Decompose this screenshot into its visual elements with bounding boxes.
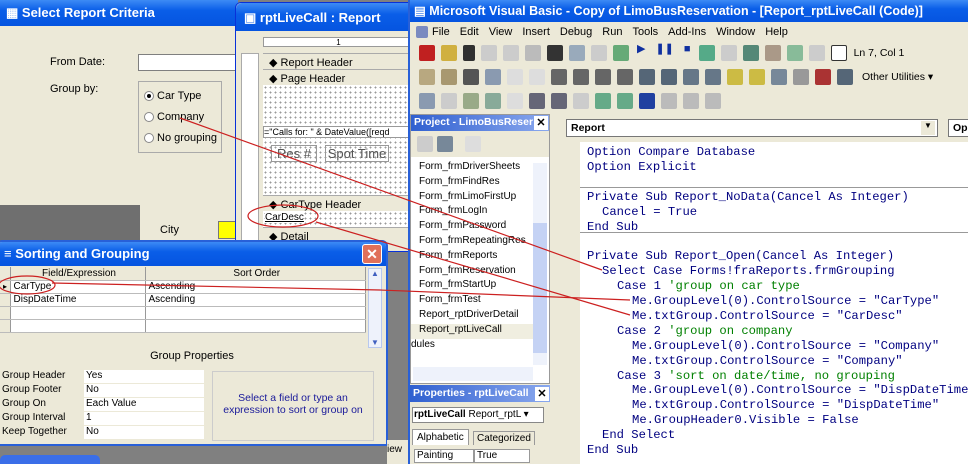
annotation-line-cartype — [51, 282, 631, 301]
annotation-overlay — [0, 117, 631, 316]
annotation-circle-cardesc — [247, 204, 319, 228]
annotation-line-company — [179, 117, 603, 271]
annotation-circle-cartype — [0, 275, 56, 295]
annotation-line-cardesc — [315, 221, 631, 316]
